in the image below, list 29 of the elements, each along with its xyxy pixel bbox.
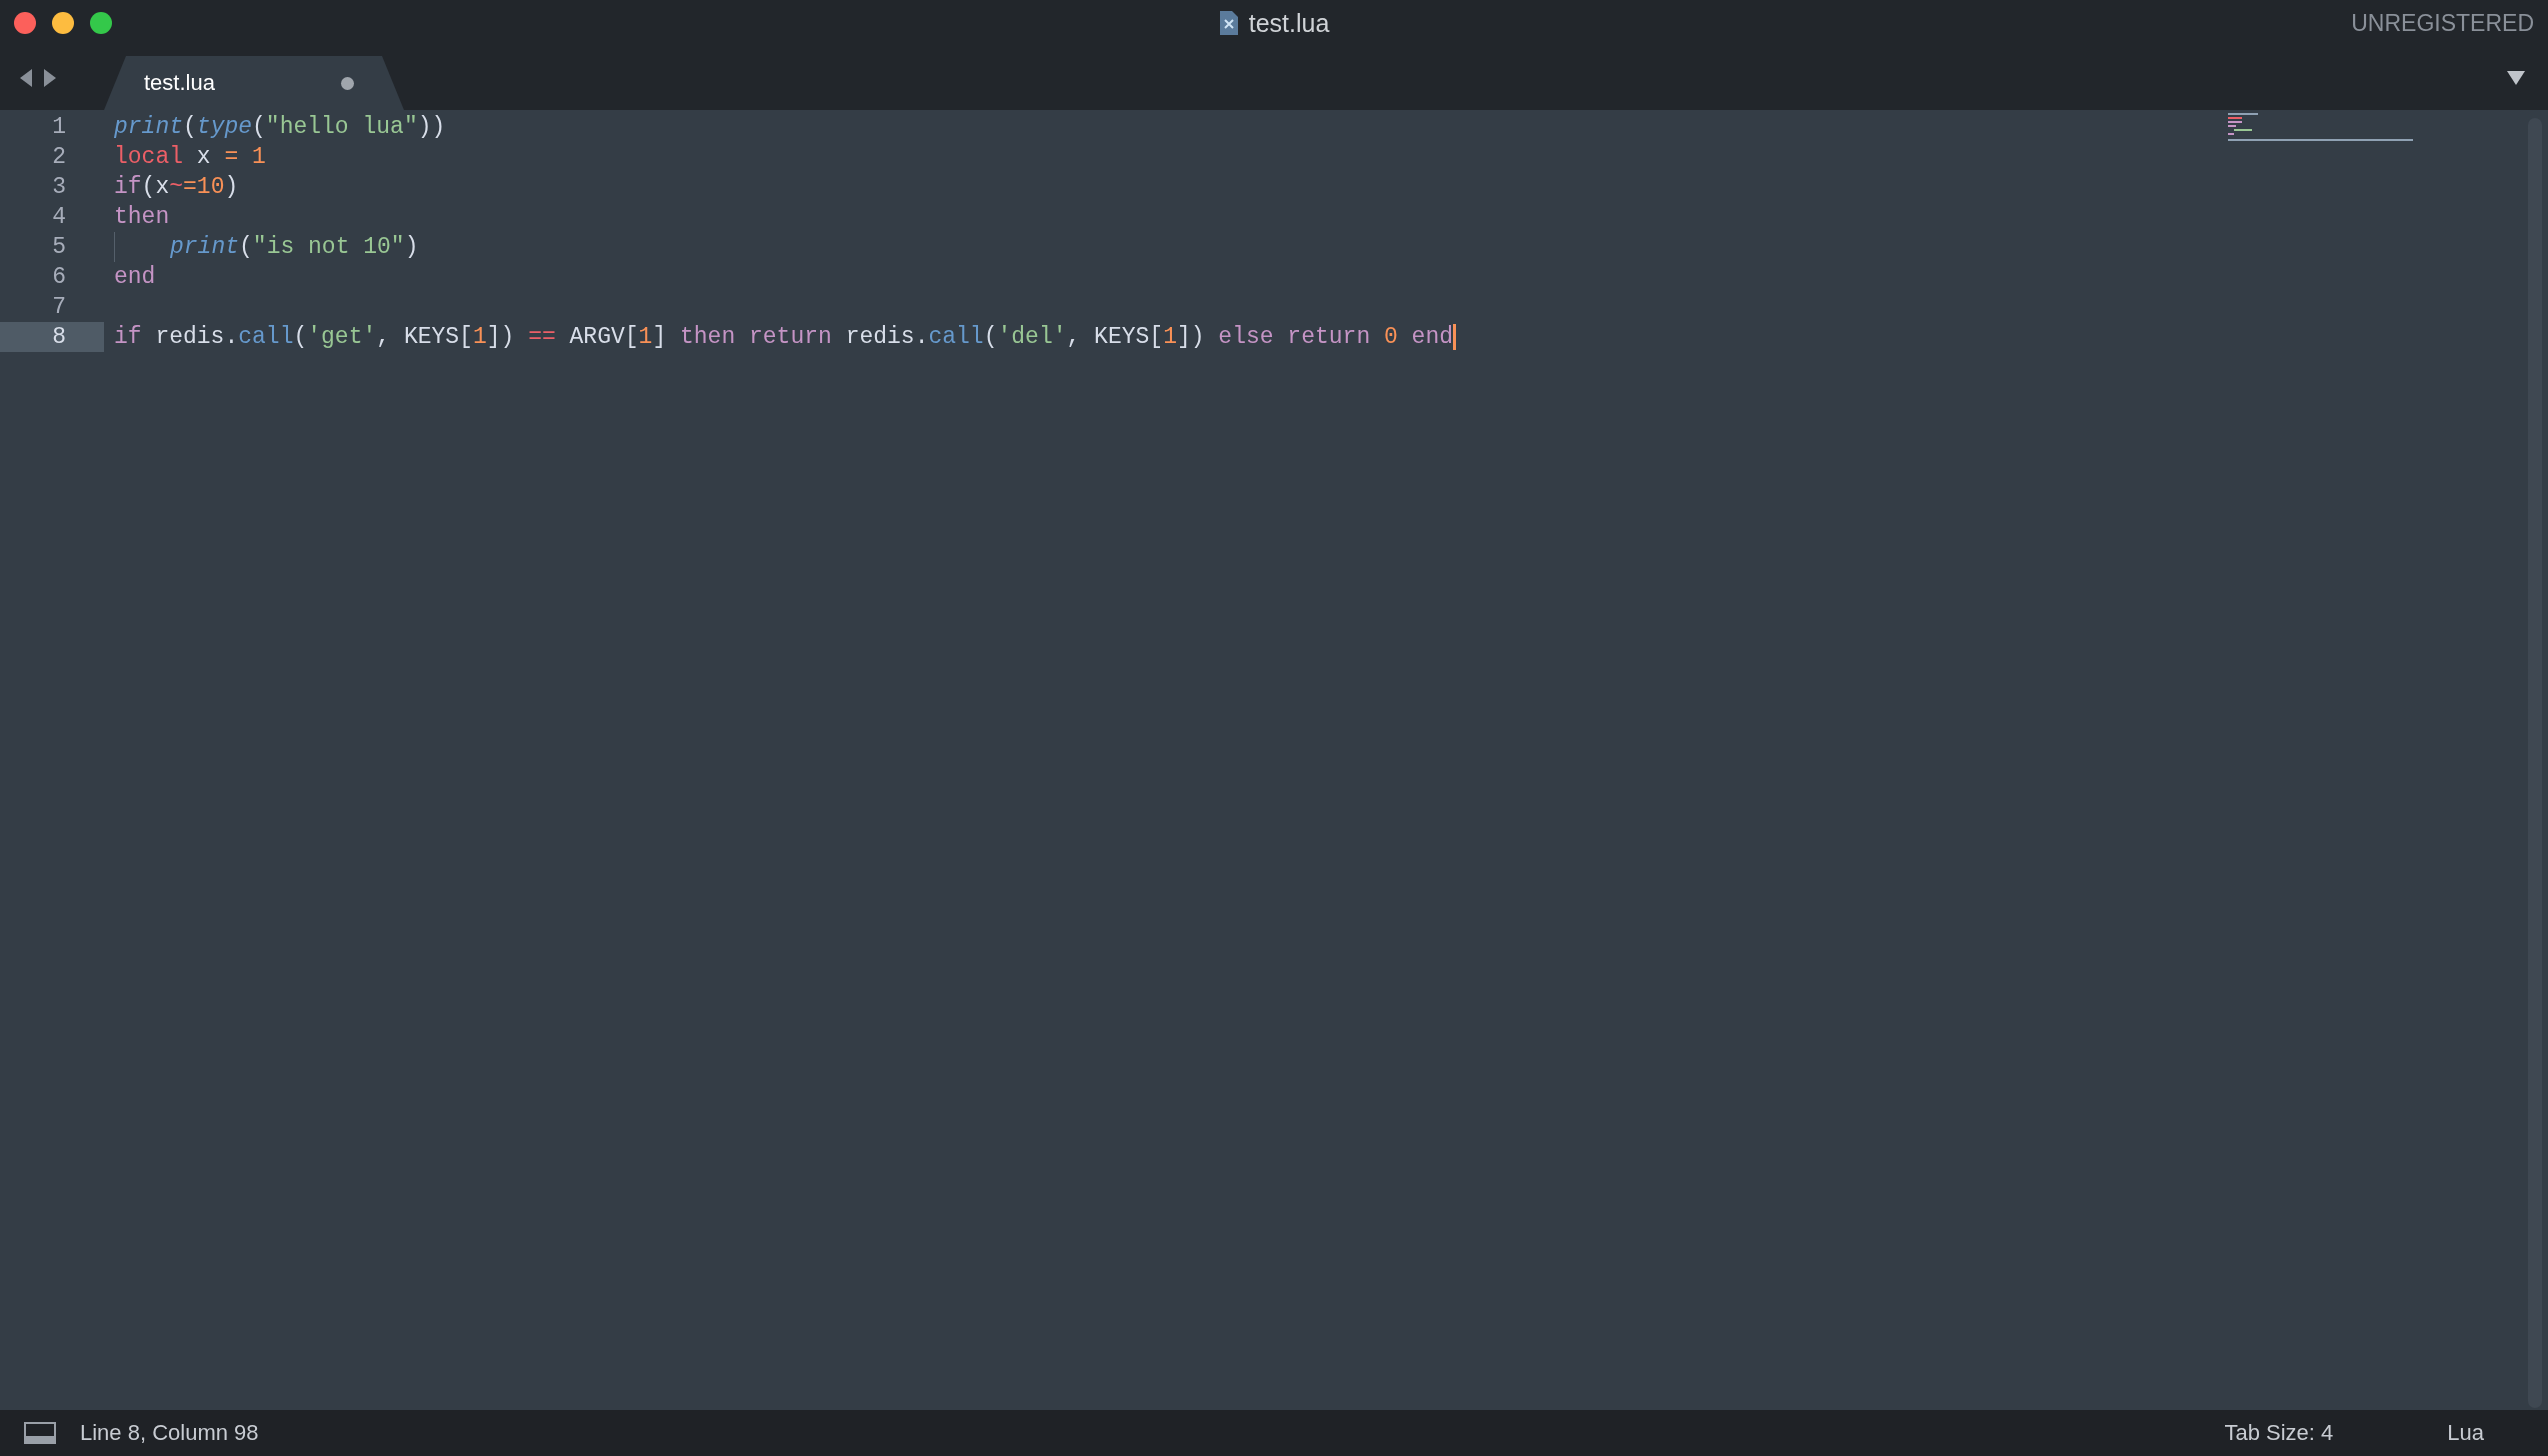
panel-icon[interactable] xyxy=(24,1422,56,1444)
dropdown-icon[interactable] xyxy=(2506,70,2526,86)
code-line: if redis.call('get', KEYS[1]) == ARGV[1] then return redis.call('del', KEYS[1]) else return 0 end xyxy=(114,323,1454,352)
code-line: then xyxy=(114,203,170,232)
line-number: 7 xyxy=(51,293,67,322)
minimize-button[interactable] xyxy=(52,12,74,34)
file-icon xyxy=(1218,10,1239,36)
code-line: print(type("hello lua")) xyxy=(114,113,446,142)
editor-tab[interactable]: test.lua xyxy=(104,56,404,110)
forward-arrow-icon[interactable] xyxy=(42,68,58,88)
line-number: 4 xyxy=(51,203,67,232)
maximize-button[interactable] xyxy=(90,12,112,34)
line-number: 6 xyxy=(51,263,67,292)
cursor-position: Line 8, Column 98 xyxy=(80,1420,259,1446)
line-number: 2 xyxy=(51,143,67,172)
tab-size[interactable]: Tab Size: 4 xyxy=(2224,1420,2334,1446)
code-line: end xyxy=(114,263,156,292)
code-line: if(x~=10) xyxy=(114,173,239,202)
line-number: 1 xyxy=(51,113,67,142)
close-button[interactable] xyxy=(14,12,36,34)
registration-status: UNREGISTERED xyxy=(2351,9,2534,37)
syntax-mode[interactable]: Lua xyxy=(2447,1420,2484,1446)
code-line: local x = 1 xyxy=(114,143,266,172)
back-arrow-icon[interactable] xyxy=(18,68,34,88)
line-number: 8 xyxy=(0,322,104,352)
code-line: print("is not 10") xyxy=(170,233,419,262)
line-number: 3 xyxy=(51,173,67,202)
window-title: test.lua xyxy=(1248,8,1330,38)
line-number: 5 xyxy=(51,233,67,262)
